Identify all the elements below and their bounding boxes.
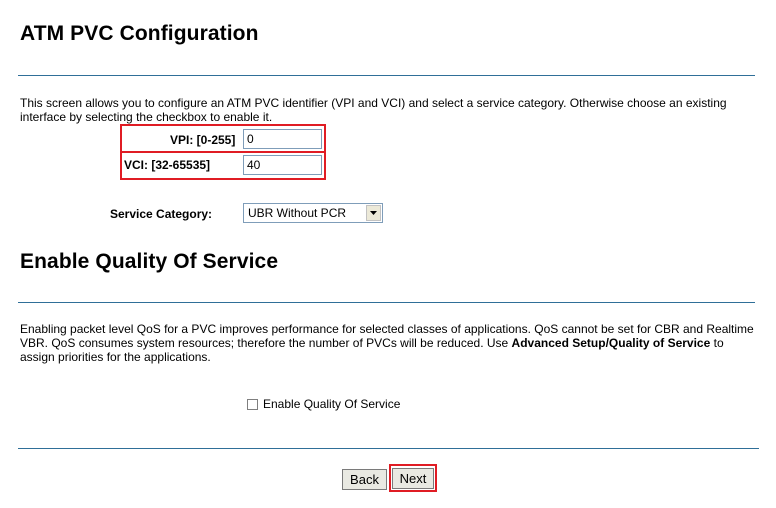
- chevron-down-icon[interactable]: [366, 205, 381, 221]
- vci-input[interactable]: [243, 155, 322, 175]
- vpi-input[interactable]: [243, 129, 322, 149]
- vpi-label: VPI: [0-255]: [170, 133, 236, 147]
- atm-pvc-title: ATM PVC Configuration: [20, 22, 259, 45]
- divider: [18, 448, 759, 449]
- qos-advanced-setup-reference: Advanced Setup/Quality of Service: [511, 336, 711, 350]
- service-category-label: Service Category:: [110, 207, 213, 221]
- qos-title: Enable Quality Of Service: [20, 250, 279, 273]
- enable-qos-checkbox[interactable]: [247, 398, 258, 410]
- enable-qos-row[interactable]: Enable Quality Of Service: [247, 397, 400, 411]
- service-category-value: UBR Without PCR: [248, 206, 347, 220]
- atm-pvc-description: This screen allows you to configure an A…: [20, 96, 727, 124]
- next-button[interactable]: Next: [392, 468, 434, 489]
- enable-qos-label: Enable Quality Of Service: [263, 397, 401, 411]
- divider: [18, 75, 755, 76]
- divider: [18, 302, 755, 303]
- back-button[interactable]: Back: [342, 469, 387, 490]
- service-category-select[interactable]: UBR Without PCR: [243, 203, 383, 223]
- qos-description: Enabling packet level QoS for a PVC impr…: [20, 322, 760, 364]
- vci-label: VCI: [32-65535]: [124, 158, 211, 172]
